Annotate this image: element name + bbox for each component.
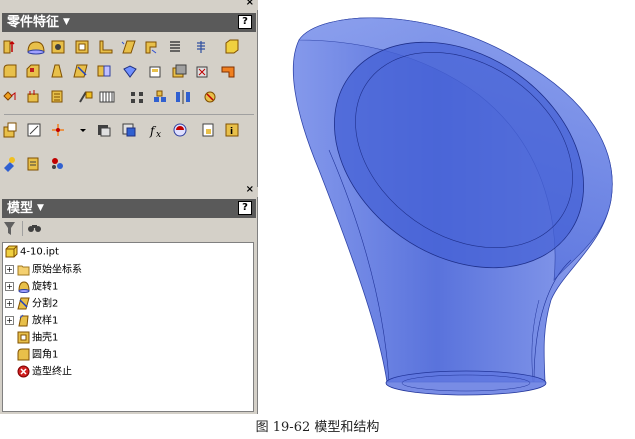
component-icon [3,122,17,138]
fillet-icon [3,64,17,78]
circular-pattern-icon [154,90,166,102]
expand-icon[interactable]: + [5,316,14,325]
svg-text:x: x [156,130,161,140]
folder-icon [17,265,30,276]
info-icon: i [225,123,239,137]
sweep-icon [145,41,157,54]
help-icon[interactable]: ? [238,201,252,215]
filter-icon [4,222,15,235]
tree-item-label: 4-10.ipt [20,246,59,258]
tree-item-split[interactable]: + 分割2 [5,297,58,312]
tree-item-label: 抽壳1 [32,332,59,344]
part-icon [5,245,18,258]
tree-item-loft[interactable]: + 放样1 [5,314,58,329]
model-toolbar[interactable] [0,219,258,239]
feature-toolbar[interactable]: fx i [0,34,258,184]
tree-item-label: 分割2 [32,298,59,310]
model-close-bar: × [0,184,258,197]
features-close-bar: × [0,0,258,10]
tree-item-fillet[interactable]: 圆角1 [17,348,58,363]
rib-icon [99,40,113,54]
decal-icon [149,66,161,78]
tree-item-revolve[interactable]: + 旋转1 [5,280,58,295]
tree-root[interactable]: 4-10.ipt [5,245,59,260]
work-plane-icon [3,91,16,101]
extrude-icon [3,40,15,54]
revolve-icon [27,41,45,55]
tree-item-label: 旋转1 [32,281,59,293]
parameters-icon: fx [149,124,161,140]
point-icon [52,124,64,136]
tree-item-label: 圆角1 [32,349,59,361]
delete-face-icon [196,66,208,78]
fillet-icon [17,348,30,361]
mirror-icon [176,90,190,104]
face-draft-icon [51,64,63,78]
tree-item-label: 放样1 [32,315,59,327]
dropdown-arrow-icon [80,129,86,132]
model-panel-title: 模型 [7,201,34,216]
end-of-part-icon [17,365,30,378]
derived-component-icon [98,125,111,137]
split-icon [73,64,88,78]
sketch-icon [27,123,41,137]
combine-icon [97,65,111,77]
tree-item-label: 原始坐标系 [32,264,82,276]
copy-object-icon [122,123,136,137]
derive-icon [172,64,187,78]
work-point-icon [51,90,63,103]
emboss-icon [123,65,137,78]
features-panel-header[interactable]: 零件特征 ▼ ? [2,13,256,32]
chamfer-icon [26,64,40,78]
tree-item-origin[interactable]: + 原始坐标系 [5,263,82,278]
base-ellipse [385,370,547,396]
revolve-icon [18,281,30,293]
hole-icon [51,40,65,54]
close-icon[interactable]: × [246,184,254,195]
design-accelerator-icon [27,157,39,171]
coil-icon [170,41,180,52]
tree-item-label: 造型终止 [32,366,72,378]
figure-caption: 图 19-62 模型和结构 [255,420,380,435]
shell-icon [17,331,30,344]
split-icon [17,297,30,310]
wizard-icon [4,157,15,172]
tools-icon [52,158,63,169]
expand-icon[interactable]: + [5,282,14,291]
appearance-icon [173,123,187,137]
insert-icon [204,91,216,103]
chevron-down-icon[interactable]: ▼ [63,13,70,32]
expand-icon[interactable]: + [5,265,14,274]
svg-text:i: i [230,127,233,137]
loft-icon [18,314,29,327]
work-axis-icon [27,90,39,103]
close-icon[interactable]: × [246,0,254,8]
features-panel-title: 零件特征 [7,15,60,30]
pattern-icon [99,91,115,103]
model-panel-header[interactable]: 模型 ▼ ? [2,199,256,218]
box-icon [225,39,239,54]
promote-icon [202,123,214,137]
expand-icon[interactable]: + [5,299,14,308]
left-panel: × 零件特征 ▼ ? f x i × 模型 ▼ ? 4-10.ipt + 原始坐… [0,0,258,414]
graphics-viewport[interactable] [259,0,635,414]
ucs-icon [79,91,93,103]
thread-icon [197,41,205,53]
shell-icon [75,40,89,54]
help-icon[interactable]: ? [238,15,252,29]
tree-item-end-of-part[interactable]: 造型终止 [17,365,72,380]
replace-face-icon [221,66,235,78]
chevron-down-icon[interactable]: ▼ [37,199,44,218]
3d-model-view[interactable] [259,0,635,414]
rectangular-pattern-icon [131,92,143,103]
model-browser-tree[interactable]: 4-10.ipt + 原始坐标系 + 旋转1 + 分割2 + 放样1 抽壳1 圆角1 造… [2,242,254,412]
tree-item-shell[interactable]: 抽壳1 [17,331,58,346]
find-icon [28,225,41,232]
loft-icon [121,40,136,54]
